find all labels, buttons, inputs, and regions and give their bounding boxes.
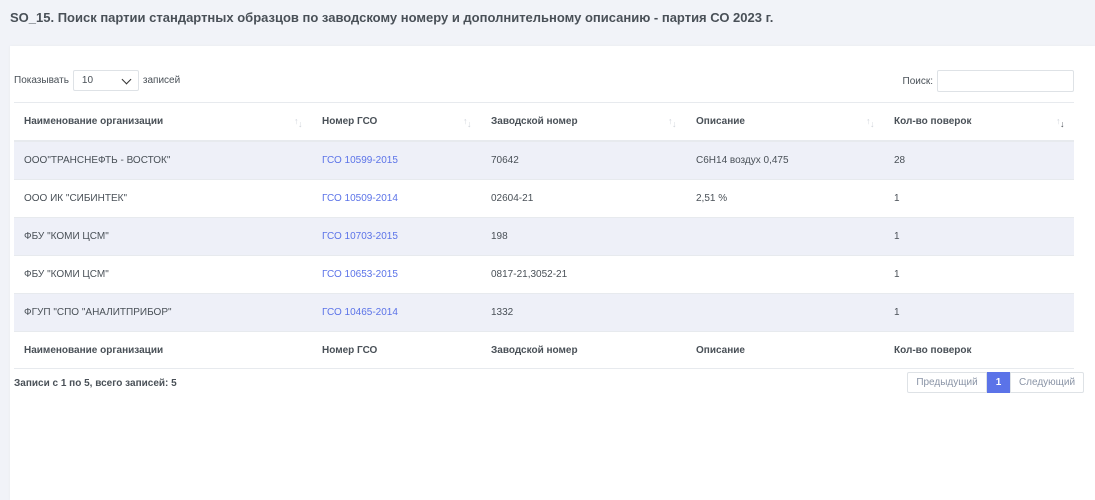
footer-header-gso-number: Номер ГСО: [312, 331, 481, 369]
table-row: ООО"ТРАНСНЕФТЬ - ВОСТОК" ГСО 10599-2015 …: [14, 141, 1074, 180]
gso-link[interactable]: ГСО 10703-2015: [312, 217, 481, 256]
search-label: Поиск:: [902, 75, 934, 87]
page-length-value: 10: [81, 75, 94, 86]
page-title: SO_15. Поиск партии стандартных образцов…: [10, 10, 774, 25]
cell-description: 2,51 %: [686, 179, 884, 218]
sort-icon: ↑ ↓: [866, 116, 875, 129]
cell-verification-count: 1: [884, 217, 1074, 256]
gso-link[interactable]: ГСО 10465-2014: [312, 293, 481, 332]
page-length-suffix: записей: [142, 75, 181, 86]
table-row: ООО ИК "СИБИНТЕК" ГСО 10509-2014 02604-2…: [14, 179, 1074, 218]
cell-organization: ООО ИК "СИБИНТЕК": [14, 179, 312, 218]
cell-verification-count: 28: [884, 141, 1074, 180]
page-length-control: Показывать 10 записей: [14, 70, 180, 91]
column-header-serial-number[interactable]: Заводской номер ↑ ↓: [481, 102, 686, 142]
footer-header-verification-count: Кол-во поверок: [884, 331, 1074, 369]
cell-organization: ООО"ТРАНСНЕФТЬ - ВОСТОК": [14, 141, 312, 180]
table-info: Записи с 1 по 5, всего записей: 5: [14, 378, 177, 389]
sort-icon: ↑ ↓: [294, 116, 303, 129]
pagination: Предыдущий 1 Следующий: [907, 372, 1084, 393]
cell-serial-number: 198: [481, 217, 686, 256]
sort-icon: ↑ ↓: [668, 116, 677, 129]
cell-organization: ФБУ "КОМИ ЦСМ": [14, 255, 312, 294]
search-filter: Поиск:: [902, 70, 1074, 92]
cell-description: [686, 217, 884, 256]
column-header-organization[interactable]: Наименование организации ↑ ↓: [14, 102, 312, 142]
column-header-gso-number[interactable]: Номер ГСО ↑ ↓: [312, 102, 481, 142]
table-controls: Показывать 10 записей Поиск:: [14, 70, 1074, 92]
column-header-verification-count[interactable]: Кол-во поверок ↑ ↓: [884, 102, 1074, 142]
cell-description: C6H14 воздух 0,475: [686, 141, 884, 180]
results-table: Наименование организации ↑ ↓ Номер ГСО ↑ ↓…: [14, 102, 1074, 369]
gso-link[interactable]: ГСО 10599-2015: [312, 141, 481, 180]
cell-organization: ФБУ "КОМИ ЦСМ": [14, 217, 312, 256]
previous-page-button[interactable]: Предыдущий: [907, 372, 987, 393]
cell-description: [686, 293, 884, 332]
cell-serial-number: 02604-21: [481, 179, 686, 218]
column-header-description[interactable]: Описание ↑ ↓: [686, 102, 884, 142]
footer-header-organization: Наименование организации: [14, 331, 312, 369]
chevron-down-icon: [121, 74, 132, 84]
sort-icon: ↑ ↓: [463, 116, 472, 129]
next-page-button[interactable]: Следующий: [1010, 372, 1084, 393]
table-header-row: Наименование организации ↑ ↓ Номер ГСО ↑ ↓…: [14, 102, 1074, 142]
cell-serial-number: 70642: [481, 141, 686, 180]
cell-verification-count: 1: [884, 293, 1074, 332]
page-1-button[interactable]: 1: [987, 372, 1010, 393]
cell-serial-number: 0817-21,3052-21: [481, 255, 686, 294]
cell-verification-count: 1: [884, 255, 1074, 294]
cell-organization: ФГУП "СПО "АНАЛИТПРИБОР": [14, 293, 312, 332]
page-length-select[interactable]: 10: [72, 70, 139, 91]
cell-description: [686, 255, 884, 294]
footer-header-description: Описание: [686, 331, 884, 369]
search-input[interactable]: [937, 70, 1074, 92]
page-length-prefix: Показывать: [14, 75, 69, 86]
table-row: ФГУП "СПО "АНАЛИТПРИБОР" ГСО 10465-2014 …: [14, 293, 1074, 332]
gso-link[interactable]: ГСО 10653-2015: [312, 255, 481, 294]
table-footer-row: Наименование организации Номер ГСО Завод…: [14, 331, 1074, 369]
cell-serial-number: 1332: [481, 293, 686, 332]
footer-header-serial-number: Заводской номер: [481, 331, 686, 369]
cell-verification-count: 1: [884, 179, 1074, 218]
table-row: ФБУ "КОМИ ЦСМ" ГСО 10703-2015 198 1: [14, 217, 1074, 256]
gso-link[interactable]: ГСО 10509-2014: [312, 179, 481, 218]
sort-desc-icon: ↑ ↓: [1056, 116, 1065, 129]
table-row: ФБУ "КОМИ ЦСМ" ГСО 10653-2015 0817-21,30…: [14, 255, 1074, 294]
